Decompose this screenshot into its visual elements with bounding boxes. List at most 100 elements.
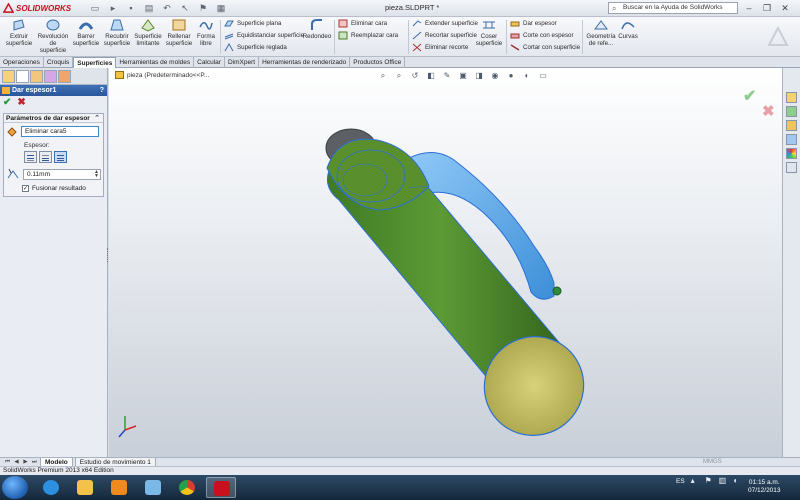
volume-icon[interactable]: ◖ [733, 477, 741, 485]
select-icon[interactable]: ↖ [178, 2, 192, 14]
redondeo-button[interactable]: Redondeo [302, 18, 332, 40]
rellenar-superficie-button[interactable]: Rellenar superficie [164, 18, 194, 47]
resources-icon[interactable] [786, 92, 797, 103]
view-orientation-icon[interactable]: ▣ [457, 71, 469, 81]
design-library-icon[interactable] [786, 106, 797, 117]
open-icon[interactable]: ▸ [106, 2, 120, 14]
configuration-manager-icon[interactable] [30, 70, 43, 83]
edit-appearance-icon[interactable]: ● [505, 71, 517, 81]
tab-superficies[interactable]: Superficies [73, 57, 117, 68]
spin-arrows-icon[interactable]: ▲ ▼ [94, 169, 99, 179]
taskbar-app[interactable] [138, 477, 168, 498]
dimxpert-manager-icon[interactable] [44, 70, 57, 83]
eliminar-recorte-button[interactable]: Eliminar recorte [412, 43, 468, 52]
coser-superficie-button[interactable]: Coser superficie [474, 18, 504, 47]
network-icon[interactable]: ▥ [719, 477, 727, 485]
next-tab-icon[interactable]: ▶ [22, 459, 29, 466]
tab-dimxpert[interactable]: DimXpert [225, 57, 260, 68]
extruir-superficie-button[interactable]: Extruir superficie [2, 18, 36, 47]
corte-con-espesor-button[interactable]: Corte con espesor [510, 31, 574, 40]
units-indicator[interactable]: MMGS [703, 458, 722, 466]
restore-icon[interactable]: ❐ [760, 2, 774, 14]
view-palette-icon[interactable] [786, 134, 797, 145]
tab-calcular[interactable]: Calcular [194, 57, 225, 68]
superficie-limitante-button[interactable]: Superficie limitante [132, 18, 164, 47]
taskbar-media[interactable] [104, 477, 134, 498]
help-icon[interactable]: ? [100, 85, 104, 96]
view-settings-icon[interactable]: ▭ [537, 71, 549, 81]
dynamic-annotation-icon[interactable]: ✎ [441, 71, 453, 81]
thickness-input[interactable]: 0.11mm ▲ ▼ [23, 168, 101, 180]
equidistanciar-superficie-button[interactable]: Equidistanciar superficie [224, 31, 304, 40]
tab-operaciones[interactable]: Operaciones [0, 57, 44, 68]
dar-espesor-button[interactable]: Dar espesor [510, 19, 557, 28]
taskbar-explorer[interactable] [70, 477, 100, 498]
tab-herramientas-moldes[interactable]: Herramientas de moldes [116, 57, 195, 68]
cortar-con-superficie-button[interactable]: Cortar con superficie [510, 43, 580, 52]
forma-libre-button[interactable]: Forma libre [194, 18, 218, 47]
group-title[interactable]: Parámetros de dar espesor ⌃ [4, 114, 103, 123]
taskbar-solidworks[interactable] [206, 477, 236, 498]
show-hidden-icons-icon[interactable]: ▴ [691, 477, 699, 485]
revolucion-superficie-button[interactable]: Revolución de superficie [36, 18, 70, 54]
graphics-area[interactable]: pieza (Predeterminado<<P... ⌕ ⌕ ↺ ◧ ✎ ▣ … [109, 68, 782, 457]
merge-result-row[interactable]: ✓ Fusionar resultado [22, 185, 86, 192]
file-explorer-icon[interactable] [786, 120, 797, 131]
confirm-ok-icon[interactable]: ✔ [743, 86, 756, 106]
curvas-button[interactable]: Curvas [618, 18, 638, 40]
feature-tree-icon[interactable] [2, 70, 15, 83]
superficie-plana-button[interactable]: Superficie plana [224, 19, 281, 28]
language-indicator[interactable]: ES [676, 478, 685, 485]
start-button-icon[interactable] [2, 476, 28, 499]
barrer-superficie-button[interactable]: Barrer superficie [70, 18, 102, 47]
merge-result-checkbox[interactable]: ✓ [22, 185, 29, 192]
tab-herramientas-renderizado[interactable]: Herramientas de renderizado [259, 57, 351, 68]
feature-tree-flyout[interactable]: pieza (Predeterminado<<P... [115, 71, 209, 79]
custom-properties-icon[interactable] [786, 162, 797, 173]
confirm-cancel-icon[interactable]: ✖ [762, 102, 775, 120]
first-tab-icon[interactable]: ⏮ [4, 459, 11, 466]
taskbar-ie[interactable] [36, 477, 66, 498]
save-icon[interactable]: ▪ [124, 2, 138, 14]
last-tab-icon[interactable]: ⏭ [31, 459, 38, 466]
prev-tab-icon[interactable]: ◀ [13, 459, 20, 466]
cancel-icon[interactable]: ✖ [17, 98, 25, 108]
print-icon[interactable]: ▤ [142, 2, 156, 14]
collapse-chevron-icon[interactable]: ⌃ [94, 114, 100, 123]
taskbar-chrome[interactable] [172, 477, 202, 498]
minimize-icon[interactable]: – [742, 2, 756, 14]
geometria-referencia-button[interactable]: Geometría de refe... [584, 18, 618, 47]
tab-croquis[interactable]: Croquis [44, 57, 74, 68]
part-model[interactable] [109, 68, 782, 457]
close-icon[interactable]: ✕ [778, 2, 792, 14]
ok-icon[interactable]: ✔ [3, 98, 11, 108]
zoom-to-fit-icon[interactable]: ⌕ [377, 71, 389, 81]
help-search-input[interactable]: ⌕ Buscar en la Ayuda de SolidWorks [608, 2, 738, 14]
undo-icon[interactable]: ↶ [160, 2, 174, 14]
property-manager-icon[interactable] [16, 70, 29, 83]
options-icon[interactable]: ▦ [214, 2, 228, 14]
recortar-superficie-button[interactable]: Recortar superficie [412, 31, 477, 40]
superficie-reglada-button[interactable]: Superficie reglada [224, 43, 287, 52]
thicken-side1-button[interactable] [24, 151, 37, 163]
reemplazar-cara-button[interactable]: Reemplazar cara [338, 31, 398, 40]
extender-superficie-button[interactable]: Extender superficie [412, 19, 478, 28]
new-document-icon[interactable]: ▭ [88, 2, 102, 14]
solidworks-logo[interactable]: SOLIDWORKS [3, 2, 71, 15]
display-manager-icon[interactable] [58, 70, 71, 83]
tab-productos-office[interactable]: Productos Office [350, 57, 406, 68]
zoom-area-icon[interactable]: ⌕ [393, 71, 405, 81]
recubrir-superficie-button[interactable]: Recubrir superficie [102, 18, 132, 47]
thicken-both-button[interactable] [39, 151, 52, 163]
face-selection-box[interactable]: Eliminar cara5 [21, 126, 99, 137]
section-view-icon[interactable]: ◧ [425, 71, 437, 81]
clip-tip[interactable] [552, 286, 562, 296]
previous-view-icon[interactable]: ↺ [409, 71, 421, 81]
rebuild-icon[interactable]: ⚑ [196, 2, 210, 14]
clock[interactable]: 01:15 a.m. 07/12/2013 [748, 479, 781, 495]
display-style-icon[interactable]: ◨ [473, 71, 485, 81]
appearances-icon[interactable] [786, 148, 797, 159]
eliminar-cara-button[interactable]: Eliminar cara [338, 19, 387, 28]
hide-show-icon[interactable]: ◉ [489, 71, 501, 81]
thicken-side2-button[interactable] [54, 151, 67, 163]
